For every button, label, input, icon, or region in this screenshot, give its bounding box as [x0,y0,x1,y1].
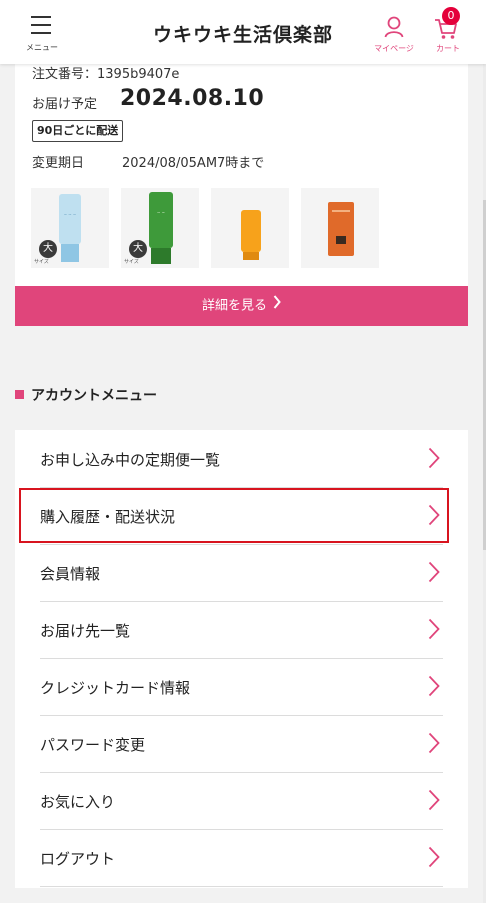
account-menu-title: アカウントメニュー [31,388,157,404]
chevron-right-icon [428,447,440,473]
mypage-button[interactable]: マイページ [369,14,419,58]
menu-item-label: ログアウト [40,850,116,868]
menu-item-label: 会員情報 [40,565,101,583]
menu-item-subscriptions[interactable]: お申し込み中の定期便一覧 [40,430,443,488]
menu-item-logout[interactable]: ログアウト [40,829,443,887]
svg-text:~ ~: ~ ~ [157,210,165,215]
product-image-orange-box [301,188,379,268]
account-menu-heading: アカウントメニュー [15,386,157,406]
chevron-right-icon [273,286,281,326]
chevron-right-icon [428,732,440,758]
subscription-order-card: 注文番号：1395b9407e お届け予定 2024.08.10 90日ごとに配… [15,30,468,326]
menu-item-label: お申し込み中の定期便一覧 [40,451,221,469]
cart-count-badge: 0 [442,7,460,25]
mypage-label: マイページ [374,44,414,53]
site-header: メニュー ウキウキ生活倶楽部 マイページ 0 カート [0,0,486,64]
menu-item-label: お気に入り [40,793,116,811]
svg-text:~ ~ ~: ~ ~ ~ [64,212,77,217]
size-badge: 大 [39,240,57,258]
chevron-right-icon [428,561,440,587]
delivery-label: お届け予定 [32,97,98,112]
product-image-light-blue-tube: ~ ~ ~ 大 サイズ [31,188,109,268]
chevron-right-icon [428,789,440,815]
frequency-badge: 90日ごとに配送 [32,120,124,142]
size-sub-label: サイズ [34,259,49,265]
section-marker-icon [15,390,24,399]
user-icon [384,16,404,38]
chevron-right-icon [428,675,440,701]
chevron-right-icon [428,846,440,872]
product-image-orange-tube [211,188,289,268]
size-badge: 大 [129,240,147,258]
product-image-green-tube: ~ ~ 大 サイズ [121,188,199,268]
menu-item-label: お届け先一覧 [40,622,131,640]
menu-item-label: パスワード変更 [40,736,146,754]
view-details-label: 詳細を見る [201,298,267,314]
view-details-button[interactable]: 詳細を見る [15,286,468,326]
chevron-right-icon [428,618,440,644]
menu-item-favorites[interactable]: お気に入り [40,772,443,830]
size-sub-label: サイズ [124,259,139,265]
cart-button[interactable]: 0 カート [426,7,470,58]
order-number: 注文番号：1395b9407e [32,67,180,82]
change-deadline-label: 変更期日 [32,156,85,171]
menu-item-addresses[interactable]: お届け先一覧 [40,601,443,659]
highlight-frame [19,488,449,543]
change-deadline-value: 2024/08/05AM7時まで [122,156,265,171]
cart-label: カート [436,44,460,53]
menu-item-label: クレジットカード情報 [40,679,191,697]
menu-item-member-info[interactable]: 会員情報 [40,544,443,602]
delivery-date: 2024.08.10 [120,86,265,111]
menu-item-credit-card[interactable]: クレジットカード情報 [40,658,443,716]
menu-item-password[interactable]: パスワード変更 [40,715,443,773]
